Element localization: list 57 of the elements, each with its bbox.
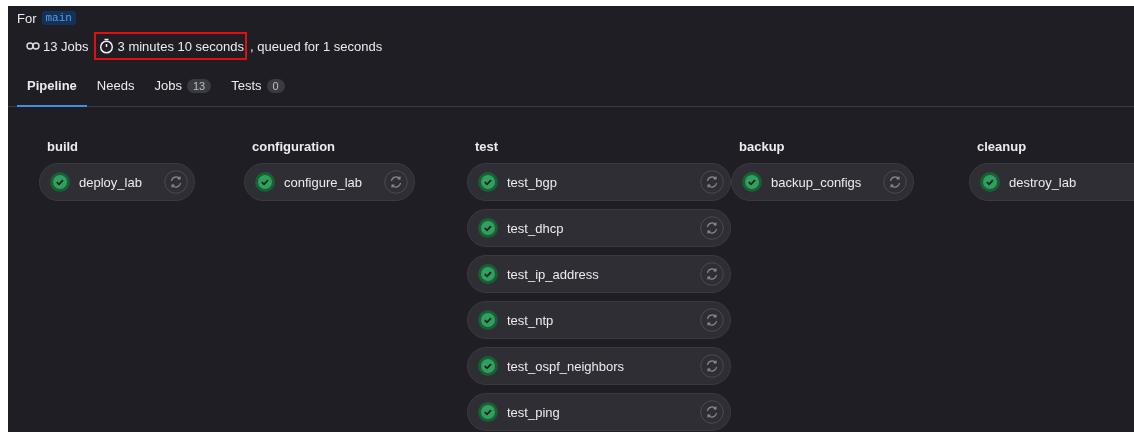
job-pill[interactable]: configure_lab xyxy=(244,163,416,201)
job-pill[interactable]: test_ntp xyxy=(467,301,731,339)
success-check-icon xyxy=(478,402,498,422)
stage-title: build xyxy=(46,139,80,156)
stage-title: test xyxy=(474,139,500,156)
retry-button[interactable] xyxy=(700,262,724,286)
job-name: test_ping xyxy=(506,404,561,420)
success-check-icon xyxy=(478,356,498,376)
job-name: test_bgp xyxy=(506,174,558,190)
job-pill[interactable]: test_bgp xyxy=(467,163,731,201)
retry-button[interactable] xyxy=(163,170,188,194)
jobs-count: 13 Jobs xyxy=(43,38,89,54)
for-label: For xyxy=(17,10,37,26)
retry-button[interactable] xyxy=(700,170,724,194)
job-pill[interactable]: deploy_lab xyxy=(39,163,195,201)
stage-title: configuration xyxy=(251,139,337,156)
tab-count: 13 xyxy=(186,78,212,93)
job-name: backup_configs xyxy=(770,174,863,190)
success-check-icon xyxy=(478,218,498,238)
job-pill[interactable]: test_ospf_neighbors xyxy=(467,347,731,385)
retry-button[interactable] xyxy=(700,216,724,240)
success-check-icon xyxy=(980,172,1000,192)
job-name: test_ntp xyxy=(506,312,555,328)
timer-icon xyxy=(98,38,114,54)
job-name: test_ip_address xyxy=(506,266,600,282)
job-pill[interactable]: test_ip_address xyxy=(467,255,731,293)
success-check-icon xyxy=(478,172,498,192)
tab[interactable]: Tests 0 xyxy=(221,72,295,107)
success-check-icon xyxy=(255,172,275,192)
retry-button[interactable] xyxy=(384,170,409,194)
job-name: test_dhcp xyxy=(506,220,565,236)
retry-button[interactable] xyxy=(700,400,724,424)
branch-ref[interactable]: main xyxy=(41,11,76,25)
job-name: destroy_lab xyxy=(1008,174,1078,190)
tab[interactable]: Pipeline xyxy=(17,72,87,107)
stage-title: cleanup xyxy=(976,139,1028,156)
duration-text: 3 minutes 10 seconds xyxy=(117,38,244,54)
queued-text: , queued for 1 seconds xyxy=(250,38,383,54)
job-name: test_ospf_neighbors xyxy=(506,358,626,374)
tab-count: 0 xyxy=(266,78,285,93)
retry-button[interactable] xyxy=(883,170,908,194)
stage-title: backup xyxy=(738,139,786,156)
tab[interactable]: Jobs 13 xyxy=(144,72,222,107)
retry-button[interactable] xyxy=(700,308,724,332)
success-check-icon xyxy=(742,172,762,192)
job-name: configure_lab xyxy=(283,174,364,190)
pipeline-icon xyxy=(26,41,40,51)
retry-button[interactable] xyxy=(700,354,724,378)
job-pill[interactable]: destroy_lab xyxy=(969,163,1134,201)
tab[interactable]: Needs xyxy=(86,72,145,107)
success-check-icon xyxy=(50,172,70,192)
job-pill[interactable]: test_ping xyxy=(467,393,731,431)
success-check-icon xyxy=(478,264,498,284)
success-check-icon xyxy=(478,310,498,330)
job-pill[interactable]: test_dhcp xyxy=(467,209,731,247)
job-pill[interactable]: backup_configs xyxy=(731,163,915,201)
job-name: deploy_lab xyxy=(78,174,143,190)
